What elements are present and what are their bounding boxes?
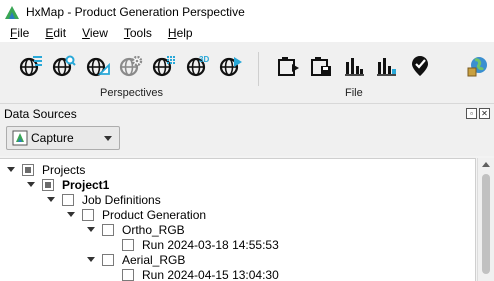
tree-label: Aerial_RGB — [122, 252, 186, 267]
bar-chart-lock-button[interactable] — [372, 52, 400, 80]
globe-list-icon — [19, 56, 42, 77]
tree-label: Projects — [42, 162, 86, 177]
menu-tools[interactable]: Tools — [114, 26, 158, 40]
globe-triangle-button[interactable] — [84, 52, 112, 80]
data-sources-title: Data Sources — [4, 107, 77, 121]
tree-row-aerial-rgb[interactable]: Aerial_RGB — [86, 252, 185, 267]
tree-row-job-definitions[interactable]: Job Definitions — [46, 192, 161, 207]
globe-grid-button[interactable] — [150, 52, 178, 80]
tree-row-product-generation[interactable]: Product Generation — [66, 207, 206, 222]
tree-label: Run 2024-04-15 13:04:30 — [142, 267, 279, 281]
restore-icon: ▫ — [470, 109, 473, 118]
menu-edit[interactable]: Edit — [35, 26, 72, 40]
bar-chart-icon — [345, 58, 364, 76]
menu-help[interactable]: Help — [158, 26, 199, 40]
globe-network-icon — [467, 57, 487, 77]
save-disk-icon — [311, 57, 331, 76]
globe-gear-button[interactable] — [117, 52, 145, 80]
chevron-down-icon — [104, 136, 112, 141]
scroll-thumb[interactable] — [482, 174, 490, 274]
title-bar: HxMap - Product Generation Perspective — [0, 0, 494, 24]
file-group-label: File — [345, 87, 363, 99]
globe-play-button[interactable] — [217, 52, 245, 80]
perspectives-group-label: Perspectives — [100, 87, 163, 99]
globe-play-icon — [219, 57, 242, 77]
expand-arrow-icon[interactable] — [86, 255, 96, 265]
panel-controls: ▫ ✕ — [466, 108, 490, 119]
expand-arrow-icon[interactable] — [86, 225, 96, 235]
tree-checkbox[interactable] — [102, 253, 114, 266]
globe-search-button[interactable] — [50, 52, 78, 80]
capture-dropdown-value: Capture — [31, 131, 74, 145]
tree-checkbox[interactable] — [122, 238, 134, 251]
tree-label: Product Generation — [102, 207, 207, 222]
globe-3d-icon: 3D — [186, 55, 209, 77]
ribbon-toolbar: 3D Perspectives File — [0, 42, 494, 104]
tree-checkbox[interactable] — [22, 163, 34, 176]
globe-grid-icon — [152, 56, 175, 77]
play-export-button[interactable] — [274, 52, 302, 80]
window-title: HxMap - Product Generation Perspective — [26, 5, 245, 19]
tree-label: Project1 — [62, 177, 110, 192]
tree-row-project1[interactable]: Project1 — [26, 177, 109, 192]
globe-list-button[interactable] — [17, 52, 45, 80]
hxmap-logo-icon — [5, 6, 19, 19]
tree-checkbox[interactable] — [42, 178, 54, 191]
menu-view[interactable]: View — [72, 26, 114, 40]
location-check-button[interactable] — [406, 52, 434, 80]
tree-checkbox[interactable] — [82, 208, 94, 221]
save-disk-button[interactable] — [307, 52, 335, 80]
tree-label: Job Definitions — [82, 192, 161, 207]
tree-label: Run 2024-03-18 14:55:53 — [142, 237, 279, 252]
tree-checkbox[interactable] — [122, 268, 134, 281]
tree-scrollbar[interactable] — [477, 158, 494, 281]
panel-close-button[interactable]: ✕ — [479, 108, 490, 119]
data-sources-header: Data Sources ▫ ✕ — [0, 104, 494, 124]
capture-icon — [12, 130, 28, 146]
tree-row-projects[interactable]: Projects — [6, 162, 85, 177]
tree-checkbox[interactable] — [102, 223, 114, 236]
bar-chart-lock-icon — [377, 58, 396, 76]
globe-triangle-icon — [86, 57, 110, 77]
three-d-label: 3D — [199, 55, 209, 64]
expand-arrow-icon[interactable] — [46, 195, 56, 205]
data-sources-tree: Projects Project1 Job Definitions Produc… — [0, 158, 476, 281]
scroll-up-icon[interactable] — [482, 162, 490, 167]
capture-row: Capture — [0, 124, 494, 156]
tree-row-run-2[interactable]: Run 2024-04-15 13:04:30 — [106, 267, 279, 281]
globe-3d-button[interactable]: 3D — [184, 52, 212, 80]
tree-row-run-1[interactable]: Run 2024-03-18 14:55:53 — [106, 237, 279, 252]
expand-arrow-icon[interactable] — [66, 210, 76, 220]
tree-label: Ortho_RGB — [122, 222, 185, 237]
tree-checkbox[interactable] — [62, 193, 74, 206]
menu-bar: File Edit View Tools Help — [0, 24, 494, 42]
globe-search-icon — [52, 55, 76, 77]
panel-restore-button[interactable]: ▫ — [466, 108, 477, 119]
close-icon: ✕ — [481, 109, 488, 118]
tree-row-ortho-rgb[interactable]: Ortho_RGB — [86, 222, 185, 237]
location-check-icon — [412, 56, 428, 76]
expand-arrow-icon[interactable] — [26, 180, 36, 190]
play-export-icon — [278, 57, 299, 76]
capture-dropdown[interactable]: Capture — [6, 126, 120, 150]
globe-network-button[interactable] — [464, 52, 492, 80]
expand-arrow-icon[interactable] — [6, 165, 16, 175]
bar-chart-button[interactable] — [340, 52, 368, 80]
globe-gear-icon — [119, 55, 143, 77]
menu-file[interactable]: File — [0, 26, 35, 40]
toolbar-separator — [258, 52, 259, 86]
